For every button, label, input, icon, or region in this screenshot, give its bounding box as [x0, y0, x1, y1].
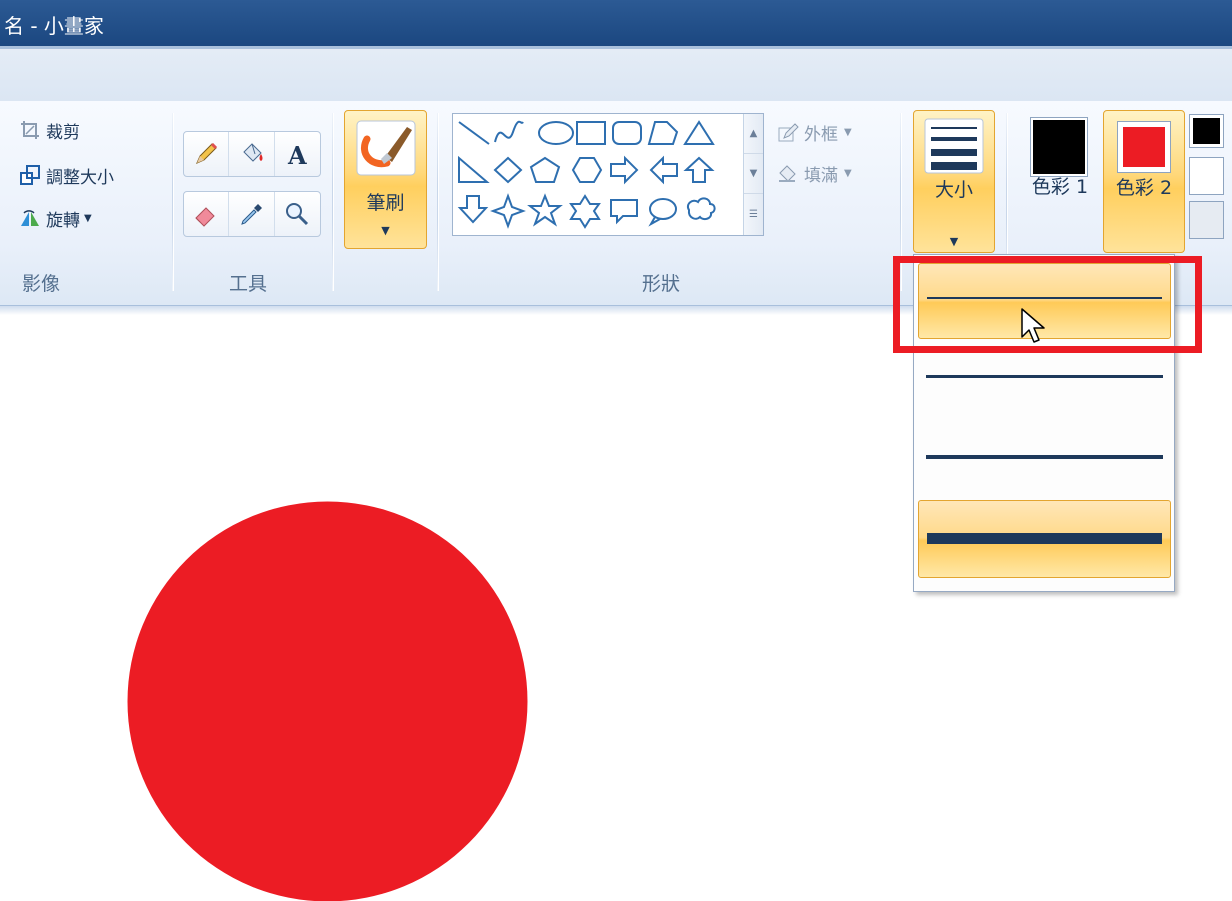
paint-bucket-icon	[242, 143, 263, 162]
mouse-cursor-icon	[1021, 308, 1045, 343]
pencil-button[interactable]	[184, 132, 230, 176]
shapes-gallery: ▲ ▼ ☰	[452, 113, 764, 236]
shape-line[interactable]	[458, 121, 490, 145]
shape-rounded-rectangle[interactable]	[612, 121, 642, 145]
shape-right-arrow[interactable]	[610, 155, 639, 185]
crop-button[interactable]: 裁剪	[18, 115, 80, 145]
shape-diamond[interactable]	[493, 156, 523, 184]
group-separator	[172, 113, 174, 291]
brushes-label: 筆刷	[366, 192, 405, 214]
shapes-group-label: 形狀	[642, 273, 681, 295]
shape-right-triangle[interactable]	[458, 155, 490, 183]
shape-four-point-star[interactable]	[490, 193, 526, 229]
outline-label: 外框	[804, 124, 838, 145]
fill-button[interactable]: 填滿 ▼	[776, 158, 852, 188]
shape-hexagon[interactable]	[571, 157, 603, 183]
resize-button[interactable]: 調整大小	[18, 160, 114, 190]
size-button[interactable]: 大小 ▼	[913, 110, 995, 253]
shape-five-point-star[interactable]	[527, 193, 563, 227]
shape-rectangle[interactable]	[576, 121, 606, 145]
group-separator	[437, 113, 439, 291]
size-line-medium	[926, 375, 1163, 378]
color1-button[interactable]: 色彩 1	[1020, 110, 1100, 250]
crop-label: 裁剪	[46, 122, 80, 143]
tools-row-1: A	[183, 131, 321, 177]
shape-pentagon[interactable]	[529, 156, 561, 183]
outline-button[interactable]: 外框 ▼	[776, 117, 852, 147]
color1-label: 色彩 1	[1031, 176, 1089, 198]
chevron-down-icon: ▼	[949, 235, 959, 248]
shape-oval[interactable]	[538, 121, 574, 145]
rotate-button[interactable]: 旋轉 ▼	[18, 203, 92, 233]
crop-icon	[18, 118, 42, 142]
chevron-down-icon: ▼	[844, 126, 852, 138]
size-option-5px[interactable]	[918, 423, 1171, 495]
color2-swatch	[1123, 127, 1165, 167]
title-bar: 名 - 小畫家	[0, 0, 1232, 46]
brushes-button[interactable]: 筆刷 ▼	[344, 110, 427, 249]
shapes-gallery-grid	[457, 120, 716, 229]
shapes-scrollbar[interactable]: ▲ ▼ ☰	[743, 114, 763, 235]
shape-triangle[interactable]	[683, 120, 715, 145]
palette-black-fill	[1193, 118, 1220, 144]
group-separator	[332, 113, 334, 291]
canvas-red-circle	[127, 501, 528, 901]
palette-swatch-white[interactable]	[1189, 157, 1224, 195]
shape-polygon[interactable]	[647, 121, 679, 145]
palette-swatch-empty[interactable]	[1189, 201, 1224, 239]
size-option-3px[interactable]	[918, 343, 1171, 415]
ribbon-tab-strip	[0, 49, 1232, 101]
resize-icon	[18, 163, 42, 187]
fill-label: 填滿	[804, 165, 838, 186]
tools-row-2	[183, 191, 321, 237]
shape-rounded-callout[interactable]	[610, 199, 638, 225]
color1-swatch	[1033, 120, 1085, 174]
image-group-label: 影像	[22, 273, 61, 295]
text-icon: A	[287, 141, 307, 168]
scroll-down-icon[interactable]: ▼	[744, 154, 763, 194]
shape-up-arrow[interactable]	[683, 156, 715, 183]
color2-label: 色彩 2	[1115, 177, 1173, 199]
magnifier-button[interactable]	[275, 192, 320, 236]
text-button[interactable]: A	[275, 132, 320, 176]
pencil-icon	[196, 142, 218, 164]
eyedropper-icon	[240, 204, 262, 225]
svg-text:A: A	[287, 141, 307, 168]
rotate-icon	[18, 206, 42, 230]
size-label: 大小	[934, 179, 973, 201]
rotate-label: 旋轉	[46, 210, 80, 231]
shape-left-arrow[interactable]	[649, 155, 678, 185]
color2-button[interactable]: 色彩 2	[1103, 110, 1185, 253]
color1-swatch-frame	[1030, 117, 1088, 177]
outline-pencil-icon	[778, 123, 799, 142]
color2-swatch-frame	[1117, 121, 1171, 173]
size-line-thick	[926, 455, 1163, 459]
size-line-thickest	[927, 533, 1162, 544]
shape-curve[interactable]	[494, 120, 524, 143]
resize-label: 調整大小	[46, 167, 114, 188]
chevron-down-icon: ▼	[381, 224, 390, 237]
size-option-8px[interactable]	[918, 500, 1171, 578]
chevron-down-icon: ▼	[84, 212, 92, 224]
line-size-icon	[924, 118, 984, 174]
scroll-up-icon[interactable]: ▲	[744, 114, 763, 154]
shape-down-arrow[interactable]	[457, 195, 489, 224]
eraser-icon	[195, 207, 215, 227]
eraser-button[interactable]	[184, 192, 230, 236]
chevron-down-icon: ▼	[844, 167, 852, 179]
magnifier-icon	[286, 203, 309, 226]
palette-swatch-black[interactable]	[1189, 114, 1224, 148]
shape-cloud-callout[interactable]	[687, 197, 716, 221]
shape-six-point-star[interactable]	[569, 194, 601, 229]
paintbrush-icon	[356, 120, 416, 176]
expand-gallery-icon[interactable]: ☰	[744, 194, 763, 234]
fill-bucket-icon	[779, 165, 796, 182]
shape-oval-callout[interactable]	[648, 198, 677, 227]
tools-group-label: 工具	[229, 273, 268, 295]
window-title: 名 - 小畫家	[4, 14, 104, 38]
fill-bucket-button[interactable]	[229, 132, 275, 176]
color-picker-button[interactable]	[229, 192, 275, 236]
